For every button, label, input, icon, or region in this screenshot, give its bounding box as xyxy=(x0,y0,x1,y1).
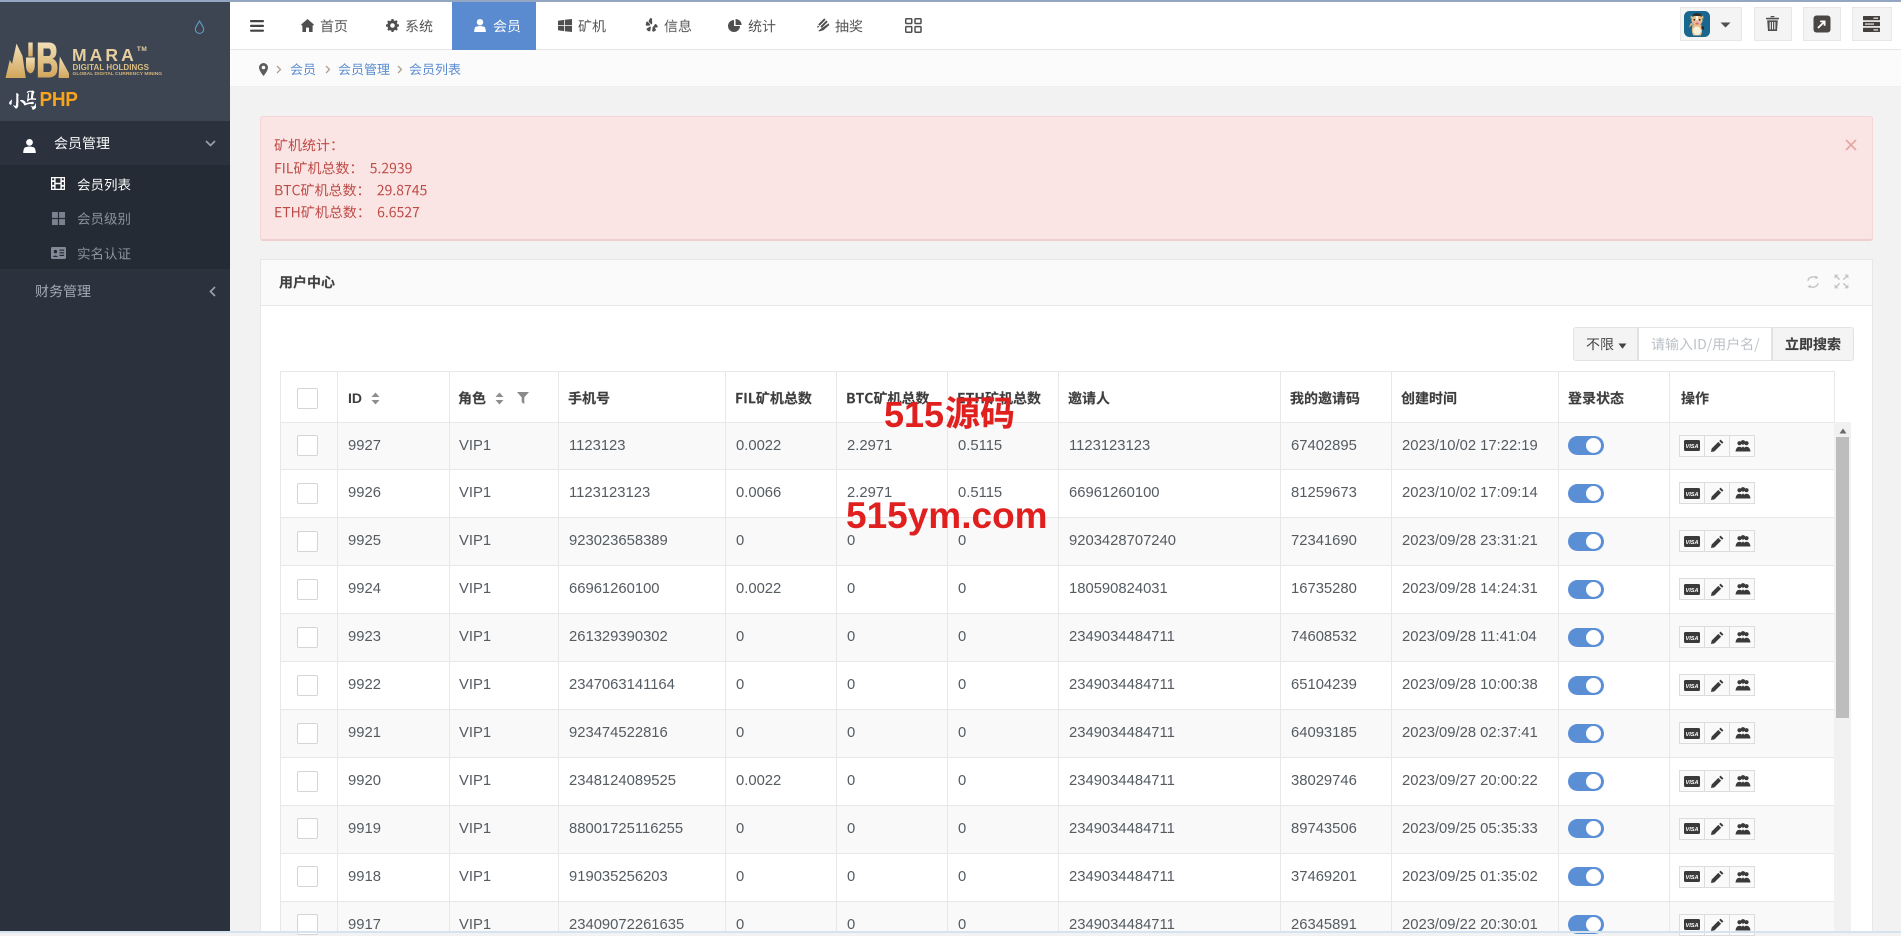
svg-text:VISA: VISA xyxy=(1685,827,1698,833)
svg-text:VISA: VISA xyxy=(1685,923,1698,929)
svg-text:VISA: VISA xyxy=(1685,731,1698,737)
svg-text:VISA: VISA xyxy=(1685,588,1698,594)
svg-text:VISA: VISA xyxy=(1685,635,1698,641)
svg-text:VISA: VISA xyxy=(1685,540,1698,546)
svg-text:VISA: VISA xyxy=(1685,779,1698,785)
svg-text:VISA: VISA xyxy=(1685,683,1698,689)
svg-text:VISA: VISA xyxy=(1685,492,1698,498)
svg-text:VISA: VISA xyxy=(1685,444,1698,450)
svg-text:VISA: VISA xyxy=(1685,875,1698,881)
